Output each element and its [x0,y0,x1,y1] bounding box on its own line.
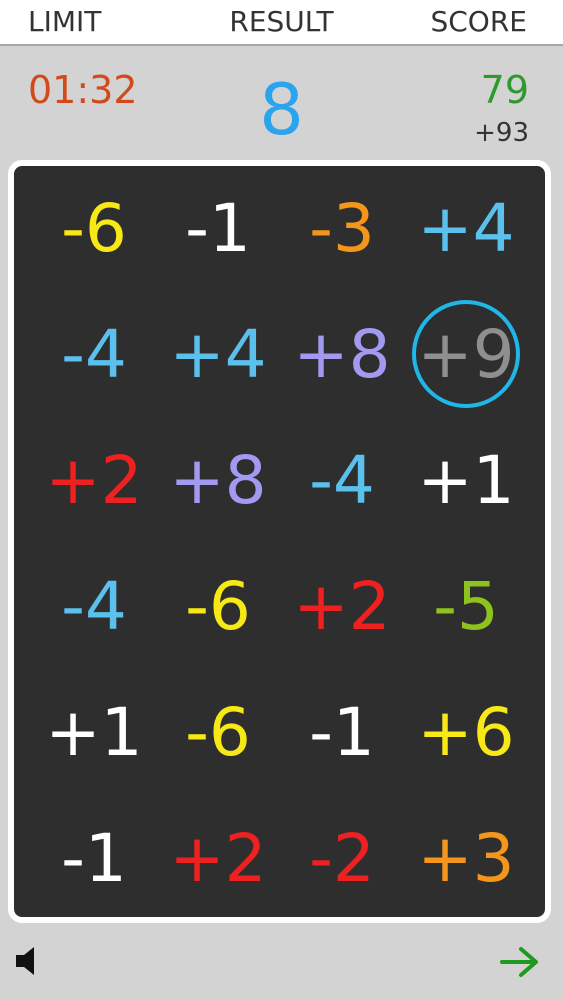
number-tile[interactable]: -4 [280,418,404,542]
bonus-value: +93 [474,118,529,148]
number-tile[interactable]: -6 [32,166,156,290]
number-tile[interactable]: +3 [404,796,528,920]
sound-button[interactable] [14,944,44,978]
number-tile[interactable]: +2 [156,796,280,920]
number-tile[interactable]: +6 [404,670,528,794]
number-tile[interactable]: +4 [156,292,280,416]
number-tile[interactable]: +9 [404,292,528,416]
number-tile[interactable]: +8 [156,418,280,542]
number-tile[interactable]: -1 [156,166,280,290]
number-tile[interactable]: -1 [280,670,404,794]
next-button[interactable] [499,944,541,980]
number-tile[interactable]: -5 [404,544,528,668]
number-tile[interactable]: -4 [32,544,156,668]
number-tile[interactable]: +8 [280,292,404,416]
number-tile[interactable]: -1 [32,796,156,920]
score-label: SCORE [430,5,527,38]
number-tile[interactable]: -6 [156,670,280,794]
number-tile[interactable]: +2 [32,418,156,542]
number-tile[interactable]: +2 [280,544,404,668]
arrow-right-icon [500,947,538,977]
number-tile[interactable]: -4 [32,292,156,416]
score-value: 79 [480,68,529,112]
number-tile[interactable]: +1 [404,418,528,542]
top-bar: LIMIT RESULT SCORE [0,0,563,46]
number-tile[interactable]: -2 [280,796,404,920]
number-tile[interactable]: -6 [156,544,280,668]
number-board: -6 -1 -3 +4 -4 +4 +8 +9 +2 +8 -4 +1 -4 -6 +2 -5 +1 -6 -1 +6… [8,160,551,923]
number-tile[interactable]: +1 [32,670,156,794]
speaker-icon [16,947,34,975]
number-tile[interactable]: +4 [404,166,528,290]
number-tile[interactable]: -3 [280,166,404,290]
